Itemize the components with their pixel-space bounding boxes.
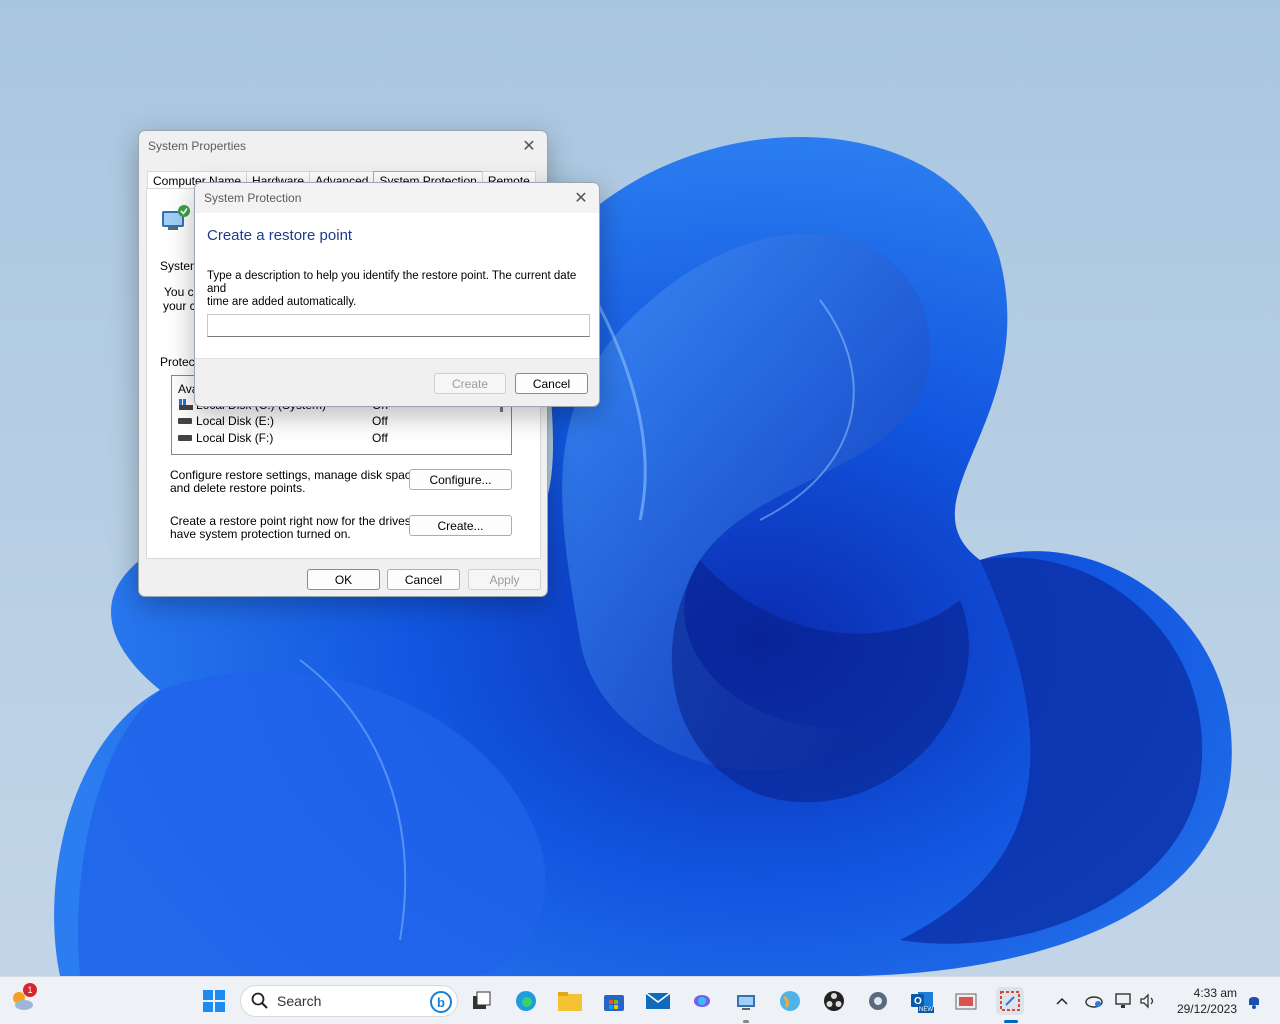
search-icon bbox=[251, 992, 268, 1009]
edge-icon[interactable] bbox=[512, 987, 540, 1015]
system-protection-icon bbox=[162, 205, 190, 230]
system-protection-titlebar[interactable]: System Protection ✕ bbox=[195, 183, 599, 213]
bing-icon[interactable]: b bbox=[429, 990, 453, 1014]
close-icon[interactable]: ✕ bbox=[563, 183, 599, 213]
system-properties-title: System Properties bbox=[148, 139, 247, 153]
globe-app-icon[interactable] bbox=[776, 987, 804, 1015]
obs-icon[interactable] bbox=[820, 987, 848, 1015]
notification-bell-icon[interactable] bbox=[1240, 987, 1268, 1015]
drive-protection-status: Off bbox=[372, 431, 388, 445]
drive-protection-status: Off bbox=[372, 414, 388, 428]
restore-point-description-input[interactable] bbox=[207, 314, 590, 337]
system-protection-title: System Protection bbox=[204, 191, 302, 205]
microsoft-store-icon[interactable] bbox=[600, 987, 628, 1015]
dialog-description-line-2: time are added automatically. bbox=[207, 296, 357, 308]
svg-text:b: b bbox=[437, 995, 445, 1010]
system-protection-dialog: System Protection ✕ Create a restore poi… bbox=[194, 182, 600, 407]
task-view-icon[interactable] bbox=[468, 987, 496, 1015]
dialog-heading: Create a restore point bbox=[207, 227, 353, 244]
system-properties-taskbar-icon[interactable] bbox=[732, 987, 760, 1015]
create-restore-point-button[interactable]: Create... bbox=[409, 515, 512, 536]
dialog-description-line-1: Type a description to help you identify … bbox=[207, 270, 577, 295]
onedrive-icon[interactable] bbox=[1080, 987, 1108, 1015]
chevron-up-icon[interactable] bbox=[1048, 987, 1076, 1015]
drive-name: Local Disk (E:) bbox=[196, 414, 275, 428]
drive-icon bbox=[178, 418, 192, 424]
outlook-new-badge: NEW bbox=[918, 1007, 934, 1013]
dialog-description: Type a description to help you identify … bbox=[207, 270, 592, 309]
taskbar: 1 Search b O NEW 4:33 am 29/12/2023 bbox=[0, 976, 1280, 1024]
close-icon[interactable]: ✕ bbox=[511, 131, 547, 161]
snipping-tool-icon[interactable] bbox=[996, 987, 1024, 1015]
photos-app-icon[interactable] bbox=[952, 987, 980, 1015]
dialog-content: Create a restore point Type a descriptio… bbox=[195, 213, 599, 359]
configure-button[interactable]: Configure... bbox=[409, 469, 512, 490]
file-explorer-icon[interactable] bbox=[556, 987, 584, 1015]
notification-badge: 1 bbox=[23, 983, 37, 997]
system-properties-titlebar[interactable]: System Properties ✕ bbox=[139, 131, 547, 161]
configure-description-line-1: Configure restore settings, manage disk … bbox=[170, 468, 421, 482]
ok-button[interactable]: OK bbox=[307, 569, 380, 590]
list-item[interactable]: Local Disk (F:) Off bbox=[178, 430, 388, 446]
create-button[interactable]: Create bbox=[434, 373, 506, 394]
search-input[interactable]: Search b bbox=[240, 985, 458, 1017]
list-item[interactable]: Local Disk (E:) Off bbox=[178, 413, 388, 429]
drive-name: Local Disk (F:) bbox=[196, 431, 274, 445]
active-indicator bbox=[1004, 1020, 1018, 1023]
clock-time[interactable]: 4:33 am bbox=[1170, 986, 1237, 1000]
svg-text:O: O bbox=[914, 996, 922, 1007]
create-description-line-1: Create a restore point right now for the… bbox=[170, 514, 435, 528]
search-placeholder: Search bbox=[277, 993, 322, 1009]
system-drive-icon bbox=[179, 399, 193, 410]
cancel-button[interactable]: Cancel bbox=[515, 373, 588, 394]
mail-icon[interactable] bbox=[644, 987, 672, 1015]
clock-date[interactable]: 29/12/2023 bbox=[1162, 1002, 1237, 1016]
copilot-icon[interactable] bbox=[688, 987, 716, 1015]
running-indicator bbox=[743, 1020, 749, 1023]
apply-button[interactable]: Apply bbox=[468, 569, 541, 590]
windows-logo-icon bbox=[203, 990, 225, 1012]
create-description-line-2: have system protection turned on. bbox=[170, 527, 351, 541]
drive-icon bbox=[178, 435, 192, 441]
start-button[interactable] bbox=[200, 987, 228, 1015]
cancel-button[interactable]: Cancel bbox=[387, 569, 460, 590]
volume-icon[interactable] bbox=[1134, 987, 1162, 1015]
settings-gear-icon[interactable] bbox=[864, 987, 892, 1015]
configure-description-line-2: and delete restore points. bbox=[170, 481, 306, 495]
